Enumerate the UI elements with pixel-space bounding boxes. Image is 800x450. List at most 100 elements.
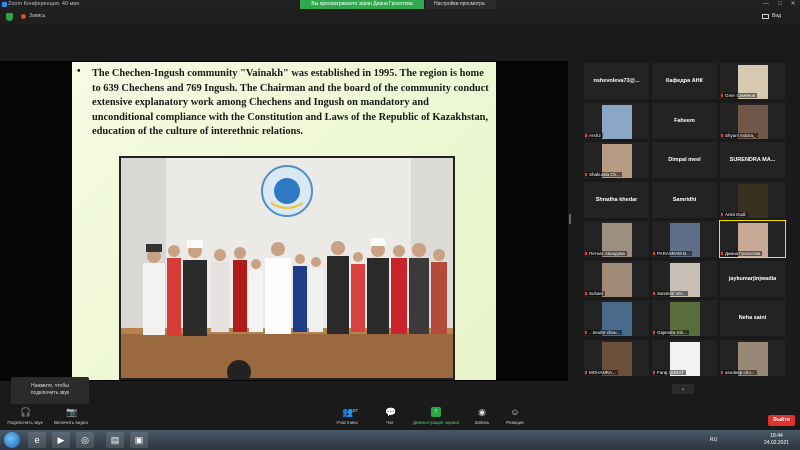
media-player-icon[interactable]: ▶ (52, 432, 70, 448)
clock-time: 18:44 (770, 433, 783, 439)
start-button[interactable] (4, 432, 20, 448)
participant-name: Sanskriti Ver... (655, 290, 688, 296)
participant-name: Dimpal meel (668, 157, 701, 163)
meeting-top-bar: Запись Вид (0, 9, 800, 25)
input-language[interactable]: RU (710, 437, 717, 443)
zoom-logo-icon (2, 2, 7, 7)
close-window-button[interactable]: ✕ (787, 0, 799, 9)
chrome-icon[interactable]: ◎ (76, 432, 94, 448)
view-button[interactable]: Вид (772, 13, 781, 19)
participant-tile[interactable]: Shakuntla Ch... (584, 142, 649, 178)
participant-name: Ankit Dudi (723, 211, 748, 217)
participant-tile[interactable]: Faraj QURAT (652, 339, 717, 376)
participant-name: Петнат Авхадова (587, 251, 627, 256)
view-icon (762, 14, 769, 19)
participant-tile[interactable]: MOHANRA... (584, 339, 649, 376)
participant-tile[interactable]: Ankit Dudi (720, 181, 785, 218)
camera-off-icon: 📷 (66, 407, 78, 417)
reactions-icon: ☺ (510, 407, 520, 417)
participant-tile[interactable]: Arsh2 (584, 102, 649, 139)
gallery-scroll-down-button[interactable]: ⌄ (672, 384, 694, 394)
participant-tile[interactable]: sandeep cho... (720, 339, 785, 376)
chat-icon: 💬 (385, 407, 397, 417)
chat-button[interactable]: 💬 Чат (380, 407, 400, 425)
participants-button[interactable]: 👥 Участники (330, 407, 364, 425)
recording-icon (21, 14, 26, 19)
gallery-resize-handle[interactable] (569, 214, 571, 224)
participant-tile[interactable]: jaykumarjinjwadia (720, 260, 785, 297)
participant-name: Кафедра АНК (665, 78, 704, 84)
start-video-button[interactable]: 📷 Включить видео (48, 407, 94, 425)
headphones-icon: 🎧 (20, 407, 32, 417)
share-screen-icon: ↑ (431, 407, 441, 417)
participant-name: PARASRAM B... (655, 251, 692, 256)
participant-name: Олег Семёнов (723, 93, 758, 98)
participant-tile[interactable]: Диана Грохотова (719, 220, 786, 258)
security-shield-icon[interactable] (6, 13, 13, 21)
window-title: Zoom Конференция, 40 мин (8, 1, 80, 7)
leave-meeting-button[interactable]: Выйти (768, 415, 795, 426)
title-bar: Zoom Конференция, 40 мин Вы просматривае… (0, 0, 800, 9)
participant-name: ...tendre chou... (587, 330, 623, 335)
participant-tile[interactable]: Faheem (652, 102, 717, 139)
record-button[interactable]: ◉ Запись (470, 407, 494, 425)
join-audio-button[interactable]: 🎧 Подключить звук (4, 407, 46, 425)
participant-tile[interactable]: SURENDRA MA... (720, 142, 785, 178)
participant-tile[interactable]: Кафедра АНК (652, 63, 717, 99)
participant-name: Faheem (674, 117, 695, 124)
participant-tile[interactable]: ...tendre chou... (584, 300, 649, 336)
participant-tile[interactable]: Shradha khedar (584, 181, 649, 218)
participant-tile[interactable]: Олег Семёнов (720, 63, 785, 99)
participant-tile[interactable]: Shyam Indora_ (720, 102, 785, 139)
record-label: Запись (474, 420, 490, 425)
participant-name: Диана Грохотова (723, 251, 763, 256)
meeting-toolbar: 🎧 Подключить звук 📷 Включить видео 👥 Уча… (0, 405, 800, 430)
windows-taskbar: e ▶ ◎ ▤ ▣ RU 18:44 24.02.2021 (0, 430, 800, 450)
group-photo (119, 156, 455, 380)
start-video-label: Включить видео (54, 420, 88, 425)
group-photo-illustration (121, 158, 453, 378)
maximize-button[interactable]: □ (774, 0, 786, 9)
participant-tile[interactable]: Gajendra Sin... (652, 300, 717, 336)
presentation-slide: • The Chechen-Ingush community "Vainakh"… (72, 62, 496, 380)
tooltip-line-2: подключить звук (30, 390, 70, 396)
participant-name: SURENDRA MA... (729, 157, 776, 163)
participant-name: nshevoleva73@... (593, 78, 640, 84)
slide-bullet: • (77, 66, 81, 77)
file-explorer-icon[interactable]: ▤ (106, 432, 124, 448)
participant-tile[interactable]: Dimpal meel (652, 142, 717, 178)
participant-tile[interactable]: Samridhi (652, 181, 717, 218)
zoom-taskbar-icon[interactable]: ▣ (130, 432, 148, 448)
participant-tile[interactable]: Петнат Авхадова (584, 221, 649, 257)
participants-label: Участники (336, 420, 358, 425)
participant-name: Faraj QURAT (655, 369, 686, 375)
system-clock[interactable]: 18:44 24.02.2021 (764, 433, 789, 447)
reactions-button[interactable]: ☺ Реакции (502, 407, 528, 425)
participant-name: MOHANRA... (587, 369, 618, 375)
participant-video (602, 104, 632, 139)
zoom-window: Zoom Конференция, 40 мин Вы просматривае… (0, 0, 800, 450)
participants-icon: 👥 (342, 407, 354, 417)
participant-tile[interactable]: Sanskriti Ver... (652, 260, 717, 297)
ie-icon[interactable]: e (28, 432, 46, 448)
participant-name: Shakuntla Ch... (587, 172, 622, 177)
participant-tile[interactable]: Neha saini (720, 300, 785, 336)
view-settings-menu[interactable]: Настройки просмотра (426, 0, 496, 9)
participant-tile[interactable]: PARASRAM B... (652, 221, 717, 257)
participant-name: Suhani (587, 290, 606, 296)
reactions-label: Реакции (506, 420, 524, 425)
participant-name: Arsh2 (587, 132, 603, 138)
participant-name: Samridhi (672, 196, 697, 203)
share-screen-button[interactable]: ↑ Демонстрация экрана (408, 407, 464, 425)
clock-date: 24.02.2021 (764, 440, 790, 446)
participant-tile[interactable]: Suhani (584, 260, 649, 297)
record-icon: ◉ (478, 407, 486, 417)
participant-name: jaykumarjinjwadia (728, 275, 777, 282)
share-banner: Вы просматриваете экран Диана Грохотова (300, 0, 424, 9)
participant-video (602, 262, 632, 297)
tooltip-line-1: Нажмите, чтобы (31, 383, 69, 389)
join-audio-label: Подключить звук (7, 420, 43, 425)
recording-label: Запись (29, 13, 46, 19)
participant-tile[interactable]: nshevoleva73@... (584, 63, 649, 99)
minimize-button[interactable]: — (760, 0, 772, 9)
